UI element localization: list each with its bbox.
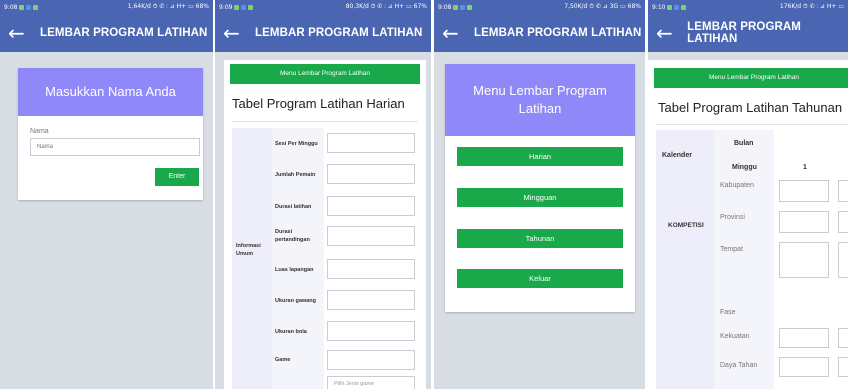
app-title: LEMBAR PROGRAM LATIHAN: [255, 27, 423, 39]
name-card: Masukkan Nama Anda Nama Enter: [18, 68, 203, 200]
status-time: 9:10: [652, 3, 666, 11]
status-bar: 9:10 176K/d ⏱ ✆ ⫶ ⊿ H+ ▭: [648, 0, 848, 14]
row-label: Ukuran gawang: [275, 298, 316, 304]
harian-button[interactable]: Harian: [457, 147, 623, 166]
ukuran-bola-input[interactable]: [327, 321, 415, 341]
app-bar: ← LEMBAR PROGRAM LATIHAN: [434, 14, 645, 52]
back-arrow-icon[interactable]: ←: [656, 23, 677, 43]
title-divider: [656, 124, 848, 125]
table-left-band: [656, 130, 714, 389]
kekuatan-label: Kekuatan: [720, 333, 750, 340]
table-left-band: [232, 128, 272, 389]
menu-button[interactable]: Menu Lembar Program Latihan: [230, 64, 420, 84]
row-label: Jumlah Pemain: [275, 172, 316, 178]
table-title: Tabel Program Latihan Tahunan: [658, 100, 843, 115]
kekuatan-input[interactable]: [779, 328, 829, 348]
sesi-input[interactable]: [327, 133, 415, 153]
fase-label: Fase: [720, 309, 736, 316]
daya-tahan-input[interactable]: [779, 357, 829, 377]
back-arrow-icon[interactable]: ←: [8, 23, 30, 43]
tempat-input[interactable]: [779, 242, 829, 278]
table-title: Tabel Program Latihan Harian: [232, 96, 405, 111]
menu-card: Menu Lembar Program Latihan Harian Mingg…: [445, 64, 635, 312]
ukuran-gawang-input[interactable]: [327, 290, 415, 310]
luas-lapangan-input[interactable]: [327, 259, 415, 279]
status-indicators: 1,64K/d ⏱ ✆ ⫶ ⊿ H+ ▭ 68%: [127, 3, 209, 10]
row-label: Ukuran bola: [275, 329, 307, 335]
enter-button[interactable]: Enter: [155, 168, 199, 186]
back-arrow-icon[interactable]: ←: [223, 23, 245, 43]
group-label: Informasi Umum: [236, 243, 261, 257]
screen-harian: 9:09 80,3K/d ⏱ ✆ ⫶ ⊿ H+ ▭ 67% ← LEMBAR P…: [215, 0, 431, 389]
name-input[interactable]: [30, 138, 200, 156]
app-bar: ← LEMBAR PROGRAM LATIHAN: [215, 14, 431, 52]
status-time: 9:08: [438, 3, 452, 11]
kabupaten-label: Kabupaten: [720, 182, 754, 189]
game-input[interactable]: [327, 350, 415, 370]
status-bar: 9:08 7,50K/d ⏱ ✆ ⊿ 3G ▭ 68%: [434, 0, 645, 14]
name-card-header: Masukkan Nama Anda: [18, 68, 203, 116]
keluar-button[interactable]: Keluar: [457, 269, 623, 288]
kekuatan-input-2[interactable]: [838, 328, 848, 348]
tempat-input-2[interactable]: [838, 242, 848, 278]
name-card-title: Masukkan Nama Anda: [45, 84, 176, 99]
kabupaten-input-2[interactable]: [838, 180, 848, 202]
menu-button[interactable]: Menu Lembar Program Latihan: [654, 68, 848, 88]
game-select-placeholder: Pilih Jenis game: [334, 381, 375, 387]
daya-tahan-label: Daya Tahan: [720, 362, 758, 369]
row-label: Game: [275, 357, 291, 363]
table-mid-band: [272, 128, 324, 389]
kompetisi-label: KOMPETISI: [668, 222, 704, 229]
durasi-latihan-input[interactable]: [327, 196, 415, 216]
menu-card-header: Menu Lembar Program Latihan: [445, 64, 635, 136]
back-arrow-icon[interactable]: ←: [442, 23, 464, 43]
tahunan-button[interactable]: Tahunan: [457, 229, 623, 248]
name-label: Nama: [30, 128, 49, 135]
screen-tahunan: 9:10 176K/d ⏱ ✆ ⫶ ⊿ H+ ▭ ← LEMBAR PROGRA…: [648, 0, 848, 389]
bulan-label: Bulan: [734, 140, 754, 147]
daya-tahan-input-2[interactable]: [838, 357, 848, 377]
jumlah-pemain-input[interactable]: [327, 164, 415, 184]
app-title: LEMBAR PROGRAM LATIHAN: [40, 27, 208, 39]
provinsi-input[interactable]: [779, 211, 829, 233]
provinsi-label: Provinsi: [720, 214, 745, 221]
kalender-label: Kalender: [662, 152, 692, 159]
week-1-label: 1: [803, 164, 807, 171]
status-bar: 9:09 80,3K/d ⏱ ✆ ⫶ ⊿ H+ ▭ 67%: [215, 0, 431, 14]
status-bar: 9:08 1,64K/d ⏱ ✆ ⫶ ⊿ H+ ▭ 68%: [0, 0, 213, 14]
tahunan-card: Menu Lembar Program Latihan Tabel Progra…: [648, 60, 848, 389]
tempat-label: Tempat: [720, 246, 743, 253]
status-indicators: 176K/d ⏱ ✆ ⫶ ⊿ H+ ▭: [779, 3, 844, 10]
status-indicators: 80,3K/d ⏱ ✆ ⫶ ⊿ H+ ▭ 67%: [345, 3, 427, 10]
row-label: Durasi pertandingan: [275, 229, 310, 243]
title-divider: [232, 121, 418, 122]
app-bar: ← LEMBAR PROGRAM LATIHAN: [0, 14, 213, 52]
kabupaten-input[interactable]: [779, 180, 829, 202]
screen-name-entry: 9:08 1,64K/d ⏱ ✆ ⫶ ⊿ H+ ▭ 68% ← LEMBAR P…: [0, 0, 213, 389]
status-time: 9:09: [219, 3, 233, 11]
status-time: 9:08: [4, 3, 18, 11]
app-title: LEMBAR PROGRAM LATIHAN: [474, 27, 642, 39]
app-bar: ← LEMBAR PROGRAM LATIHAN: [648, 14, 848, 52]
durasi-pertandingan-input[interactable]: [327, 226, 415, 246]
menu-card-title: Menu Lembar Program Latihan: [473, 83, 607, 116]
provinsi-input-2[interactable]: [838, 211, 848, 233]
mingguan-button[interactable]: Mingguan: [457, 188, 623, 207]
harian-card: Menu Lembar Program Latihan Tabel Progra…: [224, 60, 426, 389]
screen-menu: 9:08 7,50K/d ⏱ ✆ ⊿ 3G ▭ 68% ← LEMBAR PRO…: [434, 0, 645, 389]
game-select[interactable]: Pilih Jenis game: [327, 376, 415, 389]
status-indicators: 7,50K/d ⏱ ✆ ⊿ 3G ▭ 68%: [564, 3, 641, 10]
row-label: Sesi Per Minggu: [275, 141, 318, 147]
row-label: Luas lapangan: [275, 267, 314, 273]
minggu-label: Minggu: [732, 164, 757, 171]
row-label: Durasi latihan: [275, 204, 312, 210]
app-title: LEMBAR PROGRAM LATIHAN: [687, 21, 801, 45]
